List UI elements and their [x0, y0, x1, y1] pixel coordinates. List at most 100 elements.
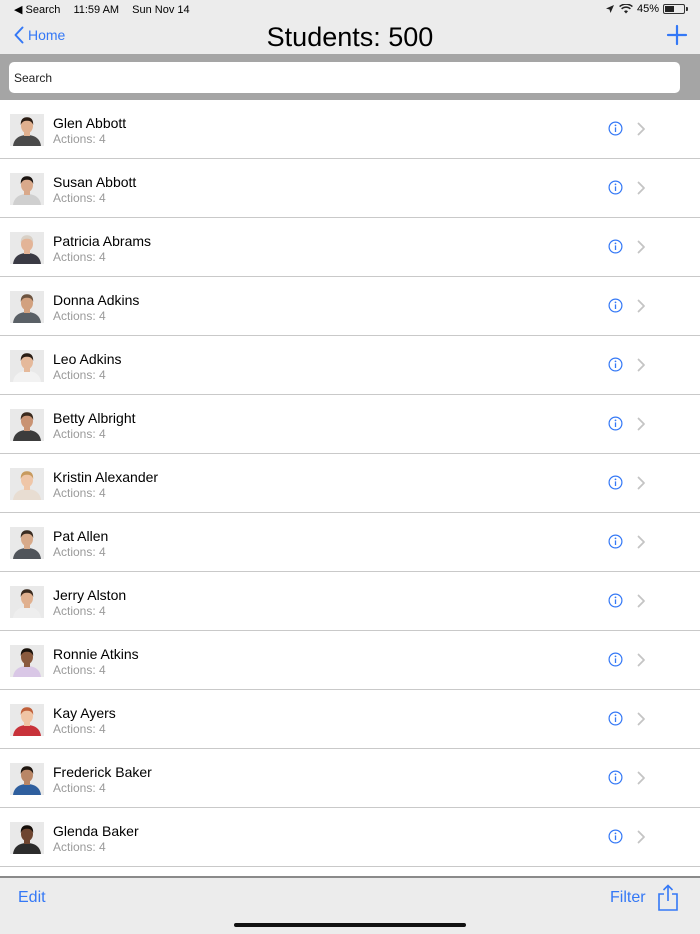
student-row[interactable]: Kristin Alexander Actions: 4: [0, 454, 700, 513]
bottom-toolbar: Edit Filter: [0, 878, 700, 918]
student-row[interactable]: Ronnie Atkins Actions: 4: [0, 631, 700, 690]
student-actions-count: Actions: 4: [53, 663, 106, 677]
student-avatar: [10, 350, 44, 382]
student-actions-count: Actions: 4: [53, 191, 106, 205]
student-list[interactable]: Glen Abbott Actions: 4 Susan Abbott Actions…: [0, 100, 700, 878]
info-icon[interactable]: [608, 770, 623, 785]
chevron-right-icon: [637, 240, 645, 254]
student-name: Kay Ayers: [53, 705, 116, 721]
student-name: Pat Allen: [53, 528, 109, 544]
status-date: Sun Nov 14: [132, 4, 190, 16]
student-row[interactable]: Glenda Baker Actions: 4: [0, 808, 700, 867]
status-time: 11:59 AM: [73, 4, 120, 16]
student-name: Glen Abbott: [53, 115, 127, 131]
student-name: Susan Abbott: [53, 174, 137, 190]
student-row[interactable]: Glen Abbott Actions: 4: [0, 100, 700, 159]
student-row[interactable]: Susan Abbott Actions: 4: [0, 159, 700, 218]
location-arrow-icon: [605, 5, 614, 13]
student-row[interactable]: Pat Allen Actions: 4: [0, 513, 700, 572]
info-icon[interactable]: [608, 357, 623, 372]
student-avatar: [10, 173, 44, 205]
chevron-right-icon: [637, 830, 645, 844]
student-avatar: [10, 114, 44, 146]
edit-button[interactable]: Edit: [18, 889, 46, 907]
info-icon[interactable]: [608, 534, 623, 549]
info-icon[interactable]: [608, 829, 623, 844]
home-indicator[interactable]: [234, 923, 466, 927]
student-actions-count: Actions: 4: [53, 781, 106, 795]
student-actions-count: Actions: 4: [53, 604, 106, 618]
chevron-right-icon: [637, 594, 645, 608]
chevron-right-icon: [637, 122, 645, 136]
chevron-right-icon: [637, 712, 645, 726]
info-icon[interactable]: [608, 652, 623, 667]
status-back-app[interactable]: ◀ Search: [14, 4, 60, 16]
student-name: Ronnie Atkins: [53, 646, 139, 662]
filter-button[interactable]: Filter: [610, 889, 646, 907]
student-avatar: [10, 468, 44, 500]
student-avatar: [10, 527, 44, 559]
chevron-left-icon: [14, 26, 24, 44]
student-actions-count: Actions: 4: [53, 427, 106, 441]
chevron-right-icon: [637, 417, 645, 431]
info-icon[interactable]: [608, 298, 623, 313]
student-avatar: [10, 586, 44, 618]
chevron-right-icon: [637, 771, 645, 785]
info-icon[interactable]: [608, 239, 623, 254]
home-indicator-area: [0, 918, 700, 934]
student-avatar: [10, 232, 44, 264]
student-actions-count: Actions: 4: [53, 250, 106, 264]
student-name: Glenda Baker: [53, 823, 139, 839]
wifi-icon: [619, 4, 633, 14]
student-row[interactable]: Frederick Baker Actions: 4: [0, 749, 700, 808]
search-input[interactable]: [9, 62, 680, 93]
info-icon[interactable]: [608, 593, 623, 608]
student-avatar: [10, 704, 44, 736]
student-avatar: [10, 822, 44, 854]
info-icon[interactable]: [608, 711, 623, 726]
battery-icon: [663, 4, 685, 14]
student-actions-count: Actions: 4: [53, 840, 106, 854]
student-row[interactable]: Leo Adkins Actions: 4: [0, 336, 700, 395]
student-row[interactable]: Donna Adkins Actions: 4: [0, 277, 700, 336]
navigation-bar: Students: 500 Home: [0, 20, 700, 54]
info-icon[interactable]: [608, 475, 623, 490]
info-icon[interactable]: [608, 121, 623, 136]
student-avatar: [10, 409, 44, 441]
page-title: Students: 500: [266, 22, 434, 52]
student-row[interactable]: Betty Albright Actions: 4: [0, 395, 700, 454]
student-name: Donna Adkins: [53, 292, 140, 308]
student-actions-count: Actions: 4: [53, 132, 106, 146]
chevron-right-icon: [637, 535, 645, 549]
student-actions-count: Actions: 4: [53, 722, 106, 736]
home-back-button[interactable]: Home: [14, 26, 65, 44]
battery-percent: 45%: [636, 3, 659, 15]
student-actions-count: Actions: 4: [53, 309, 106, 323]
student-name: Kristin Alexander: [53, 469, 159, 485]
share-icon[interactable]: [657, 884, 679, 912]
student-name: Frederick Baker: [53, 764, 152, 780]
chevron-right-icon: [637, 476, 645, 490]
student-name: Jerry Alston: [53, 587, 127, 603]
student-row[interactable]: Kay Ayers Actions: 4: [0, 690, 700, 749]
student-row[interactable]: Patricia Abrams Actions: 4: [0, 218, 700, 277]
info-icon[interactable]: [608, 180, 623, 195]
student-name: Betty Albright: [53, 410, 136, 426]
student-row[interactable]: Jerry Alston Actions: 4: [0, 572, 700, 631]
student-name: Leo Adkins: [53, 351, 122, 367]
student-avatar: [10, 763, 44, 795]
chevron-right-icon: [637, 358, 645, 372]
student-actions-count: Actions: 4: [53, 486, 106, 500]
chevron-right-icon: [637, 181, 645, 195]
student-actions-count: Actions: 4: [53, 545, 106, 559]
student-name: Patricia Abrams: [53, 233, 152, 249]
plus-icon[interactable]: [666, 24, 688, 46]
info-icon[interactable]: [608, 416, 623, 431]
student-actions-count: Actions: 4: [53, 368, 106, 382]
status-bar: ◀ Search 11:59 AM Sun Nov 14 45%: [0, 0, 700, 20]
search-bar: [0, 54, 700, 100]
student-avatar: [10, 291, 44, 323]
chevron-right-icon: [637, 653, 645, 667]
home-back-label: Home: [28, 27, 66, 43]
student-avatar: [10, 645, 44, 677]
